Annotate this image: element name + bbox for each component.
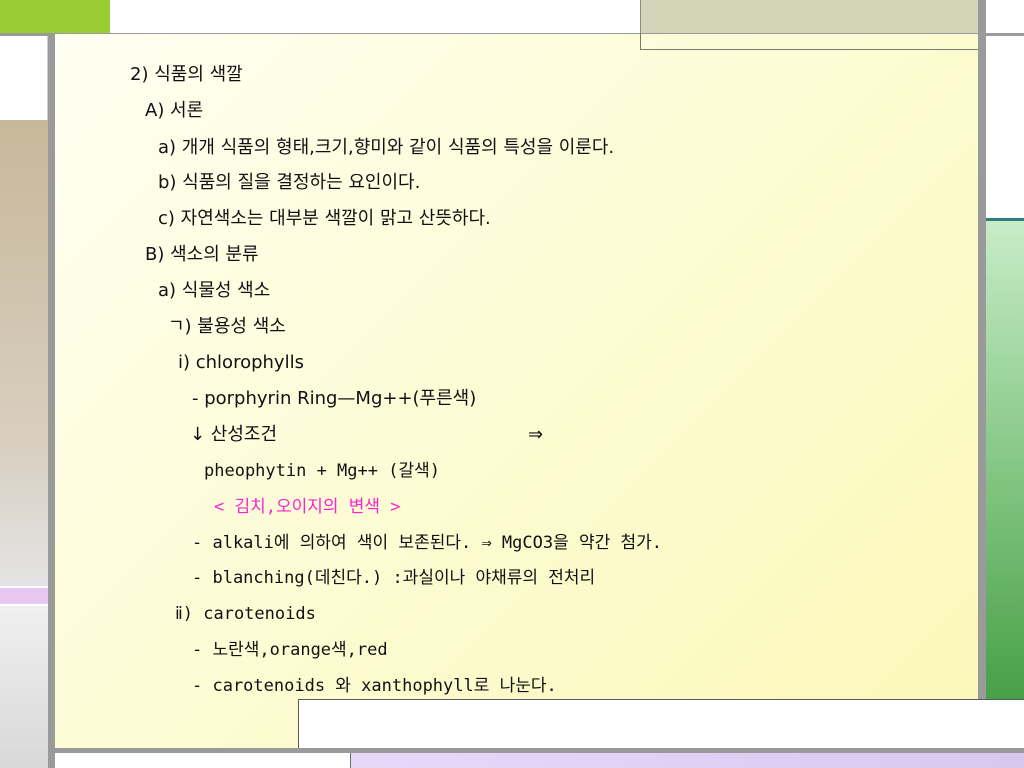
right-white-block	[986, 36, 1024, 218]
left-lower-block	[0, 606, 48, 768]
left-vertical-bar	[48, 36, 55, 768]
green-side-block	[986, 221, 1024, 699]
text-line: ⅰ) chlorophylls	[178, 352, 304, 373]
green-corner-block	[0, 0, 110, 33]
text-line: - carotenoids 와 xanthophyll로 나눈다.	[192, 676, 557, 696]
text-line: - blanching(데친다.) :과실이나 야채류의 전처리	[192, 568, 596, 588]
text-line: a) 식물성 색소	[158, 280, 271, 301]
text-line: a) 개개 식품의 형태,크기,향미와 같이 식품의 특성을 이룬다.	[158, 137, 615, 158]
right-vertical-bar	[978, 0, 986, 768]
text-line: b) 식품의 질을 결정하는 요인이다.	[158, 172, 421, 193]
text-line: ㄱ) 불용성 색소	[168, 316, 286, 337]
text-line: ↓ 산성조건	[190, 424, 278, 445]
text-line: - 노란색,orange색,red	[192, 640, 388, 660]
section-heading: 2) 식품의 색깔	[130, 64, 243, 85]
text-line: c) 자연색소는 대부분 색깔이 맑고 산뜻하다.	[158, 208, 491, 229]
tan-side-block	[0, 120, 48, 586]
khaki-outline-frame	[640, 33, 1024, 50]
top-right-white-block	[986, 0, 1024, 33]
bottom-outline-frame	[298, 699, 1024, 749]
subheading-b: B) 색소의 분류	[145, 244, 259, 265]
right-arrow-icon: ⇒	[528, 424, 544, 445]
lavender-side-stripe	[0, 588, 48, 604]
text-line: ⅱ) carotenoids	[175, 604, 316, 624]
khaki-top-right-block	[640, 0, 980, 33]
text-line: - alkali에 의하여 색이 보존된다. ⇒ MgCO3을 약간 첨가.	[192, 533, 663, 553]
highlight-line: < 김치,오이지의 변색 >	[214, 497, 401, 517]
text-line: pheophytin + Mg++ (갈색)	[204, 461, 440, 481]
left-white-block	[0, 36, 48, 120]
lavender-bottom-strip	[350, 753, 1024, 768]
text-line: - porphyrin Ring—Mg++(푸른색)	[192, 388, 477, 409]
top-center-white-block	[110, 0, 640, 33]
bottom-left-white-strip	[55, 753, 350, 768]
subheading-a: A) 서론	[145, 100, 204, 121]
